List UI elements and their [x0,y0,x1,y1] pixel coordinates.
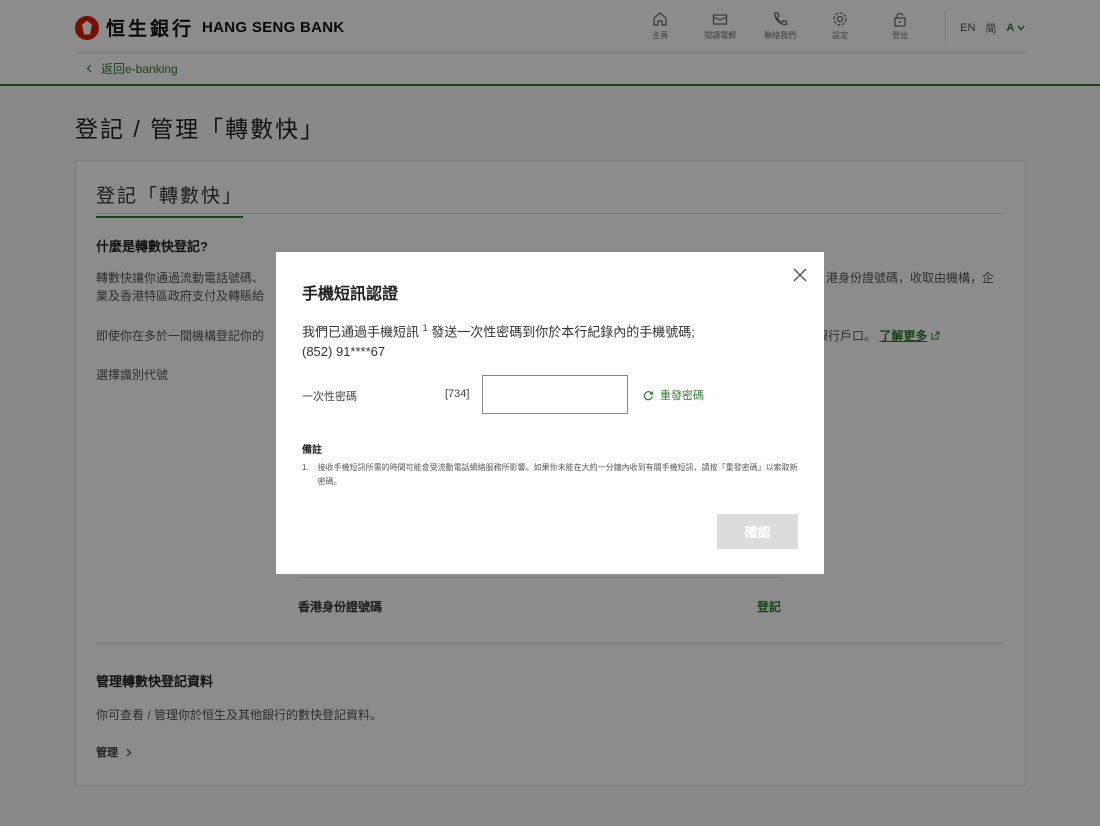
otp-sent-message: 我們已通過手機短訊 1 發送一次性密碼到你於本行紀錄內的手機號碼; (852) … [302,318,695,362]
dialog-title: 手機短訊認證 [302,286,399,303]
close-icon[interactable] [791,266,809,284]
refresh-icon [643,390,654,400]
otp-input[interactable] [482,375,628,414]
note-number: 1. [302,463,309,472]
resend-otp-label: 重發密碼 [660,390,704,402]
otp-message-text-1: 我們已通過手機短訊 [302,324,423,340]
sms-otp-dialog: 手機短訊認證 我們已通過手機短訊 1 發送一次性密碼到你於本行紀錄內的手機號碼;… [276,252,824,574]
masked-phone-number: (852) 91****67 [302,344,386,360]
notes-heading: 備註 [302,445,322,456]
confirm-button[interactable]: 確認 [717,514,798,549]
otp-field-label: 一次性密碼 [302,391,357,403]
note-text: 接收手機短訊所需的時間可能會受流動電話網絡服務所影響。如果你未能在大約一分鐘內收… [317,463,798,486]
resend-otp-link[interactable]: 重發密碼 [643,387,704,403]
otp-prefix: [734] [445,388,470,400]
note-item: 1. 接收手機短訊所需的時間可能會受流動電話網絡服務所影響。如果你未能在大約一分… [302,461,802,489]
otp-message-text-2: 發送一次性密碼到你於本行紀錄內的手機號碼; [427,324,695,340]
